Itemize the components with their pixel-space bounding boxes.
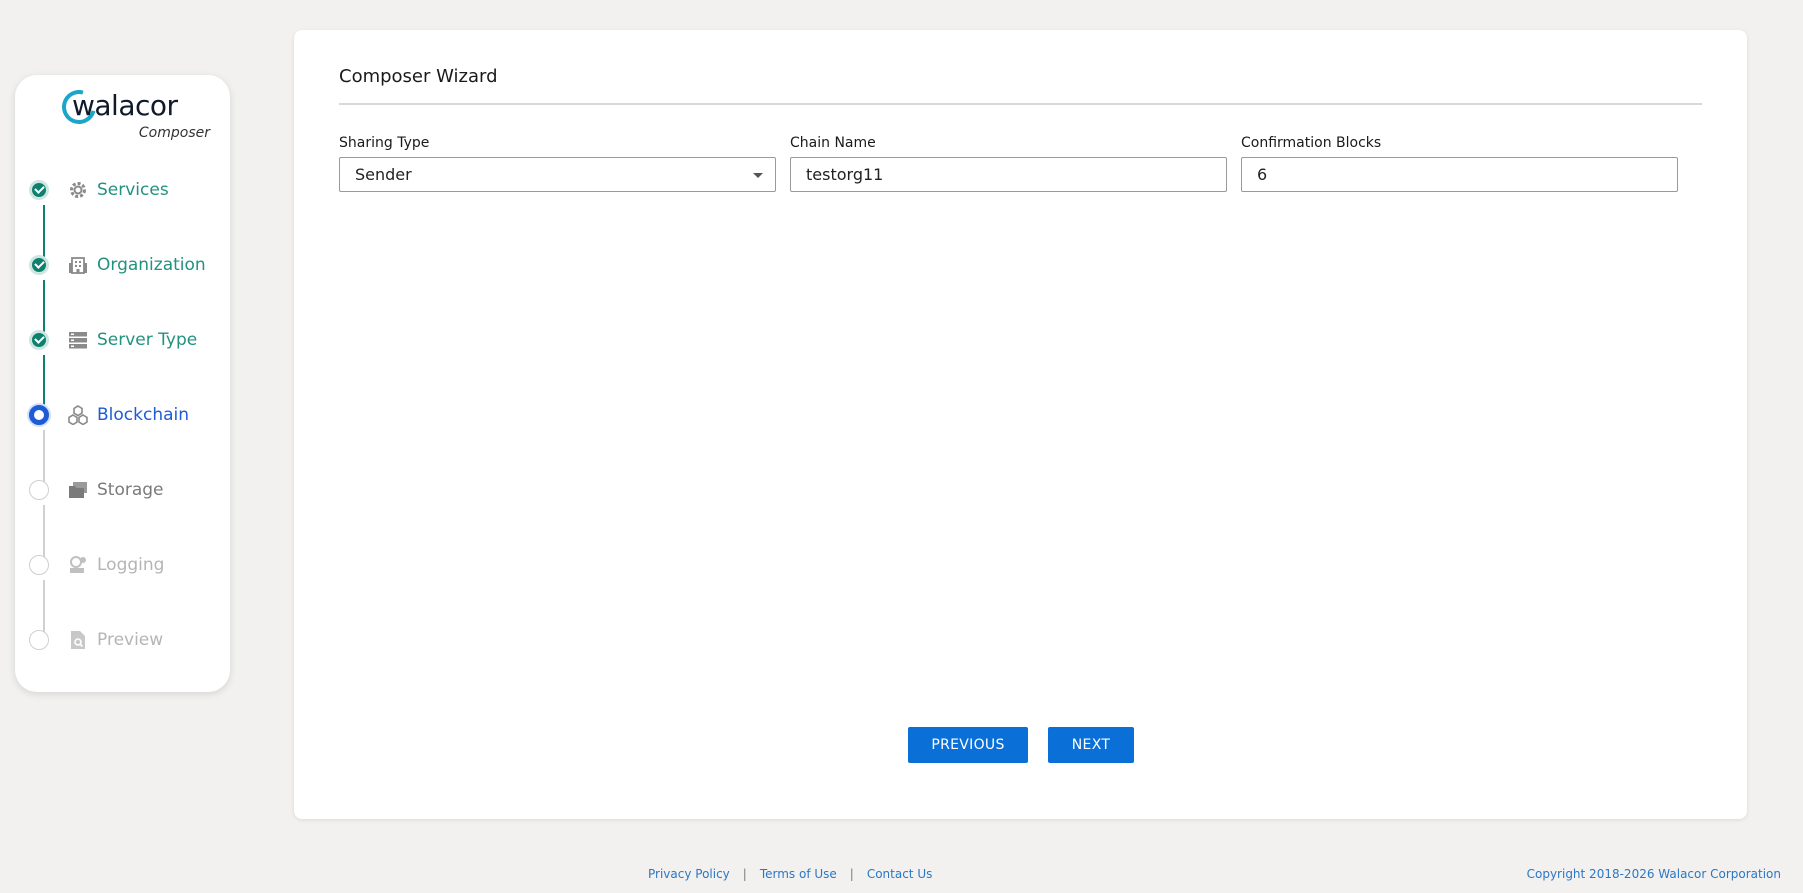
sharing-type-label: Sharing Type: [339, 135, 430, 151]
blockchain-icon: [67, 404, 89, 426]
copyright-text: Copyright 2018-2026 Walacor Corporation: [1526, 867, 1781, 881]
sharing-type-select[interactable]: Sender: [339, 157, 776, 192]
wizard-card: Composer Wizard Sharing Type Sender Chai…: [294, 30, 1747, 819]
footer-separator: |: [742, 867, 747, 881]
footer-separator: |: [849, 867, 854, 881]
step-pending-indicator-icon: [29, 555, 49, 575]
confirmation-blocks-field: Confirmation Blocks 6: [1241, 135, 1678, 192]
step-storage[interactable]: Storage: [29, 475, 224, 505]
step-list: Services Organization Server Type Blockc…: [15, 75, 230, 692]
next-button[interactable]: NEXT: [1048, 727, 1134, 763]
step-label: Preview: [97, 630, 164, 650]
privacy-policy-link[interactable]: Privacy Policy: [648, 867, 730, 881]
step-logging[interactable]: Logging: [29, 550, 224, 580]
page-title: Composer Wizard: [339, 66, 498, 87]
building-icon: [67, 254, 89, 276]
step-complete-check-icon: [29, 255, 49, 275]
confirmation-blocks-label: Confirmation Blocks: [1241, 135, 1382, 151]
step-organization[interactable]: Organization: [29, 250, 224, 280]
step-label: Server Type: [97, 330, 198, 350]
logging-icon: [67, 554, 89, 576]
sharing-type-value: Sender: [355, 165, 412, 184]
confirmation-blocks-input[interactable]: 6: [1241, 157, 1678, 192]
step-services[interactable]: Services: [29, 175, 224, 205]
step-label: Logging: [97, 555, 165, 575]
chain-name-field: Chain Name testorg11: [790, 135, 1227, 192]
title-divider: [339, 103, 1702, 105]
folders-icon: [67, 479, 89, 501]
wizard-sidebar: walacor Composer Services Organization S…: [15, 75, 230, 692]
step-preview[interactable]: Preview: [29, 625, 224, 655]
gear-icon: [67, 179, 89, 201]
step-label: Services: [97, 180, 169, 200]
step-pending-indicator-icon: [29, 480, 49, 500]
confirmation-blocks-value: 6: [1257, 165, 1268, 184]
step-label: Blockchain: [97, 405, 190, 425]
step-complete-check-icon: [29, 180, 49, 200]
preview-icon: [67, 629, 89, 651]
sharing-type-field: Sharing Type Sender: [339, 135, 776, 192]
contact-us-link[interactable]: Contact Us: [867, 867, 933, 881]
previous-button[interactable]: PREVIOUS: [908, 727, 1028, 763]
step-label: Organization: [97, 255, 206, 275]
step-blockchain[interactable]: Blockchain: [29, 400, 224, 430]
step-label: Storage: [97, 480, 164, 500]
step-complete-check-icon: [29, 330, 49, 350]
chain-name-input[interactable]: testorg11: [790, 157, 1227, 192]
server-icon: [67, 329, 89, 351]
step-server-type[interactable]: Server Type: [29, 325, 224, 355]
footer-links: Privacy Policy | Terms of Use | Contact Us: [648, 867, 932, 881]
chain-name-label: Chain Name: [790, 135, 876, 151]
terms-of-use-link[interactable]: Terms of Use: [760, 867, 837, 881]
step-active-indicator-icon: [29, 405, 49, 425]
dropdown-caret-icon: [753, 173, 763, 178]
step-pending-indicator-icon: [29, 630, 49, 650]
chain-name-value: testorg11: [806, 165, 884, 184]
